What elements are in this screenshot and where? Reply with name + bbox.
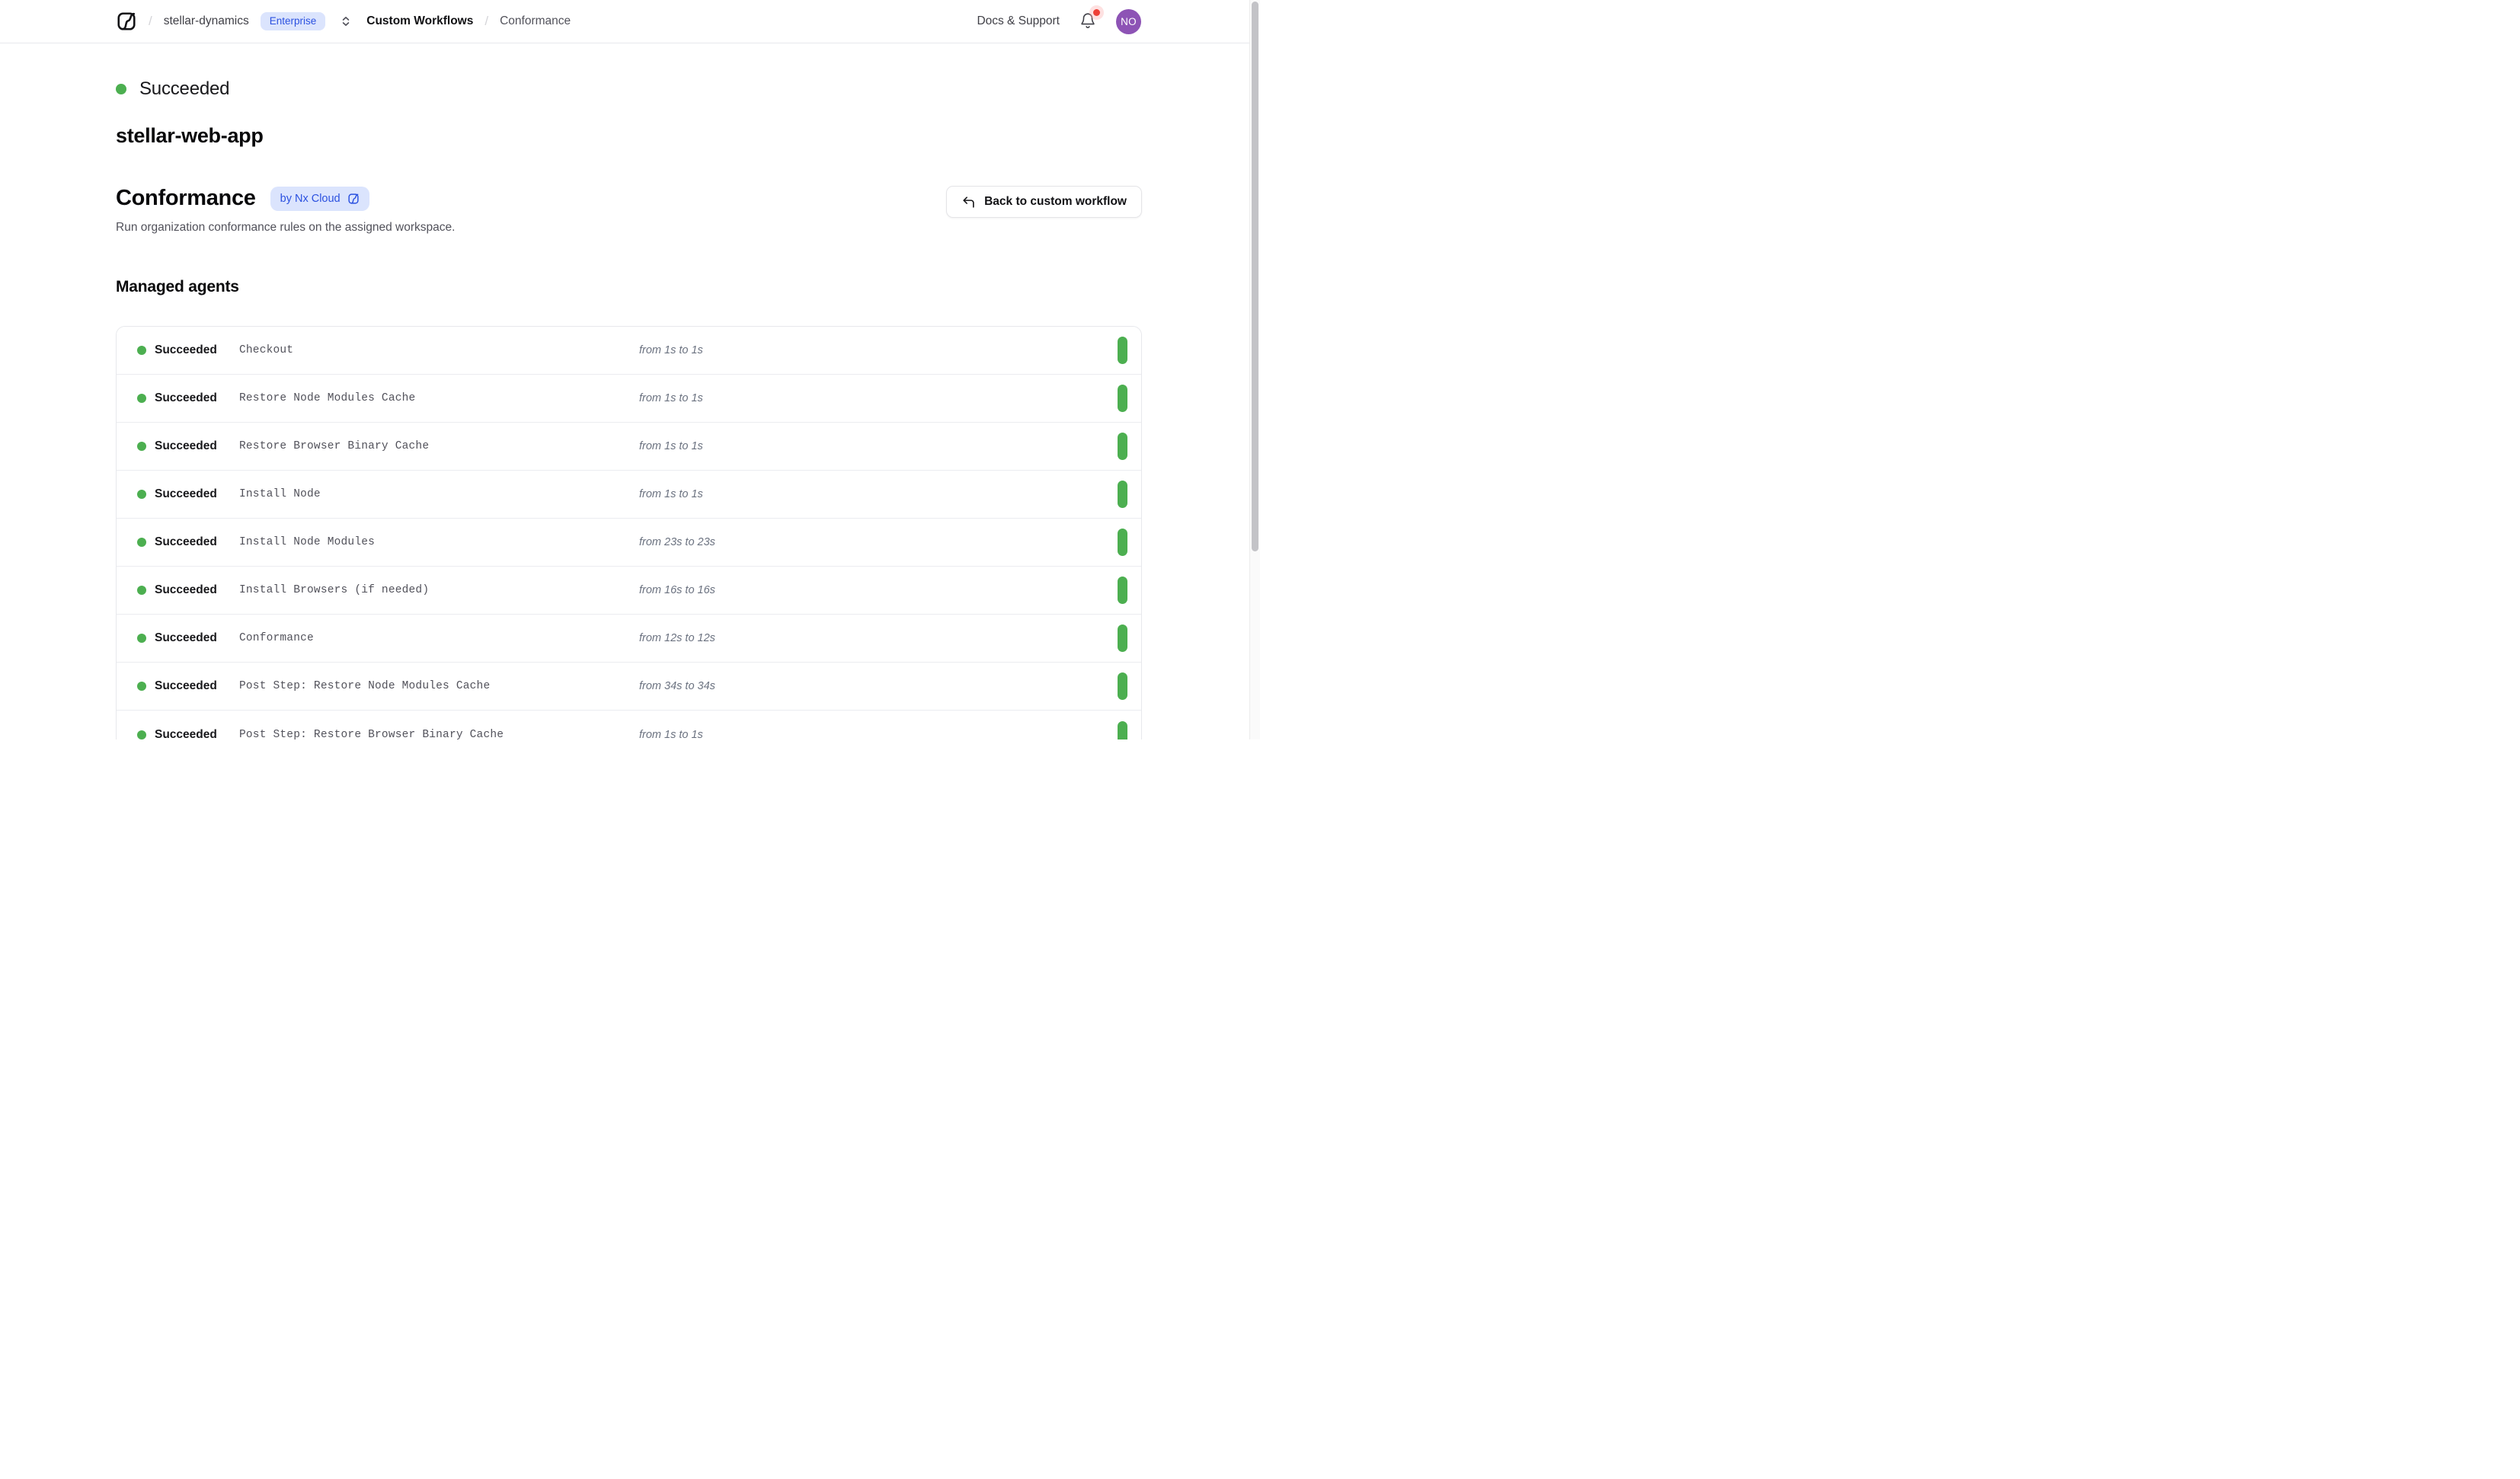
nx-cloud-logo-icon[interactable] <box>116 11 137 32</box>
step-name: Post Step: Restore Browser Binary Cache <box>239 729 639 740</box>
header-actions: Docs & Support NO <box>977 9 1141 34</box>
step-name: Install Node Modules <box>239 536 639 548</box>
step-status-dot-icon <box>137 346 146 355</box>
step-status-dot-icon <box>137 730 146 740</box>
step-status-dot-icon <box>137 394 146 403</box>
workflow-description: Run organization conformance rules on th… <box>116 221 455 235</box>
step-status-label: Succeeded <box>155 391 239 405</box>
step-duration: from 12s to 12s <box>639 632 1118 644</box>
by-nx-cloud-badge[interactable]: by Nx Cloud <box>270 187 369 211</box>
breadcrumb-custom-workflows[interactable]: Custom Workflows <box>366 14 473 28</box>
step-status-label: Succeeded <box>155 487 239 501</box>
step-duration: from 1s to 1s <box>639 729 1118 740</box>
breadcrumb-separator: / <box>149 14 152 29</box>
back-to-custom-workflow-button[interactable]: Back to custom workflow <box>946 186 1142 218</box>
workflow-title-block: Conformance by Nx Cloud Run organization… <box>116 186 455 235</box>
breadcrumb-workspace[interactable]: stellar-dynamics <box>164 14 249 28</box>
agent-step-row[interactable]: Succeeded Conformance from 12s to 12s <box>117 615 1141 663</box>
step-duration: from 34s to 34s <box>639 680 1118 692</box>
step-status-dot-icon <box>137 442 146 451</box>
workspace-title: stellar-web-app <box>116 124 1142 148</box>
step-status-label: Succeeded <box>155 631 239 645</box>
user-avatar[interactable]: NO <box>1116 9 1141 34</box>
breadcrumb-page: Conformance <box>500 14 571 28</box>
step-progress-bar <box>1118 672 1127 700</box>
notification-dot <box>1093 9 1100 16</box>
step-duration: from 1s to 1s <box>639 392 1118 404</box>
step-duration: from 1s to 1s <box>639 344 1118 356</box>
step-status-label: Succeeded <box>155 728 239 740</box>
agent-step-row[interactable]: Succeeded Restore Node Modules Cache fro… <box>117 375 1141 423</box>
step-progress-bar <box>1118 577 1127 604</box>
top-nav: / stellar-dynamics Enterprise Custom Wor… <box>0 0 1260 43</box>
step-status-dot-icon <box>137 538 146 547</box>
step-duration: from 1s to 1s <box>639 440 1118 452</box>
step-duration: from 1s to 1s <box>639 488 1118 500</box>
step-name: Post Step: Restore Node Modules Cache <box>239 680 639 692</box>
step-status-label: Succeeded <box>155 535 239 549</box>
step-duration: from 16s to 16s <box>639 584 1118 596</box>
step-progress-bar <box>1118 721 1127 740</box>
step-status-dot-icon <box>137 634 146 643</box>
agent-step-row[interactable]: Succeeded Post Step: Restore Browser Bin… <box>117 711 1141 740</box>
step-duration: from 23s to 23s <box>639 536 1118 548</box>
step-progress-bar <box>1118 337 1127 364</box>
status-dot-icon <box>116 84 126 94</box>
step-status-dot-icon <box>137 490 146 499</box>
step-status-label: Succeeded <box>155 679 239 693</box>
step-progress-bar <box>1118 529 1127 556</box>
step-name: Restore Browser Binary Cache <box>239 440 639 452</box>
workflow-title: Conformance <box>116 186 256 211</box>
agent-step-row[interactable]: Succeeded Checkout from 1s to 1s <box>117 327 1141 375</box>
agents-card: Succeeded Checkout from 1s to 1s Succeed… <box>116 326 1142 740</box>
agent-step-row[interactable]: Succeeded Install Browsers (if needed) f… <box>117 567 1141 615</box>
corner-up-left-icon <box>961 195 976 209</box>
agent-step-row[interactable]: Succeeded Install Node Modules from 23s … <box>117 519 1141 567</box>
nx-logo-icon <box>347 193 360 205</box>
run-status-line: Succeeded <box>116 78 1142 100</box>
agent-step-row[interactable]: Succeeded Post Step: Restore Node Module… <box>117 663 1141 711</box>
step-name: Checkout <box>239 344 639 356</box>
plan-badge: Enterprise <box>261 12 326 30</box>
managed-agents-title: Managed agents <box>116 278 1142 296</box>
scrollbar[interactable] <box>1249 0 1260 740</box>
step-progress-bar <box>1118 625 1127 652</box>
step-name: Install Browsers (if needed) <box>239 584 639 596</box>
badge-label: by Nx Cloud <box>280 193 341 205</box>
breadcrumb: / stellar-dynamics Enterprise Custom Wor… <box>116 11 571 32</box>
step-status-label: Succeeded <box>155 343 239 357</box>
step-status-dot-icon <box>137 586 146 595</box>
notifications-button[interactable] <box>1079 12 1096 30</box>
step-name: Conformance <box>239 632 639 644</box>
back-button-label: Back to custom workflow <box>984 195 1127 209</box>
workflow-header: Conformance by Nx Cloud Run organization… <box>116 186 1142 235</box>
step-status-label: Succeeded <box>155 583 239 597</box>
breadcrumb-separator: / <box>484 14 488 29</box>
step-progress-bar <box>1118 481 1127 508</box>
scrollbar-thumb[interactable] <box>1252 2 1258 551</box>
step-name: Install Node <box>239 488 639 500</box>
docs-support-link[interactable]: Docs & Support <box>977 14 1060 28</box>
step-status-dot-icon <box>137 682 146 691</box>
main-content: Succeeded stellar-web-app Conformance by… <box>0 78 1260 740</box>
step-name: Restore Node Modules Cache <box>239 392 639 404</box>
step-progress-bar <box>1118 385 1127 412</box>
agent-step-row[interactable]: Succeeded Restore Browser Binary Cache f… <box>117 423 1141 471</box>
agent-step-row[interactable]: Succeeded Install Node from 1s to 1s <box>117 471 1141 519</box>
page: / stellar-dynamics Enterprise Custom Wor… <box>0 0 1260 740</box>
chevron-up-down-icon[interactable] <box>340 15 352 27</box>
step-status-label: Succeeded <box>155 439 239 453</box>
run-status-label: Succeeded <box>139 78 229 100</box>
step-progress-bar <box>1118 433 1127 460</box>
